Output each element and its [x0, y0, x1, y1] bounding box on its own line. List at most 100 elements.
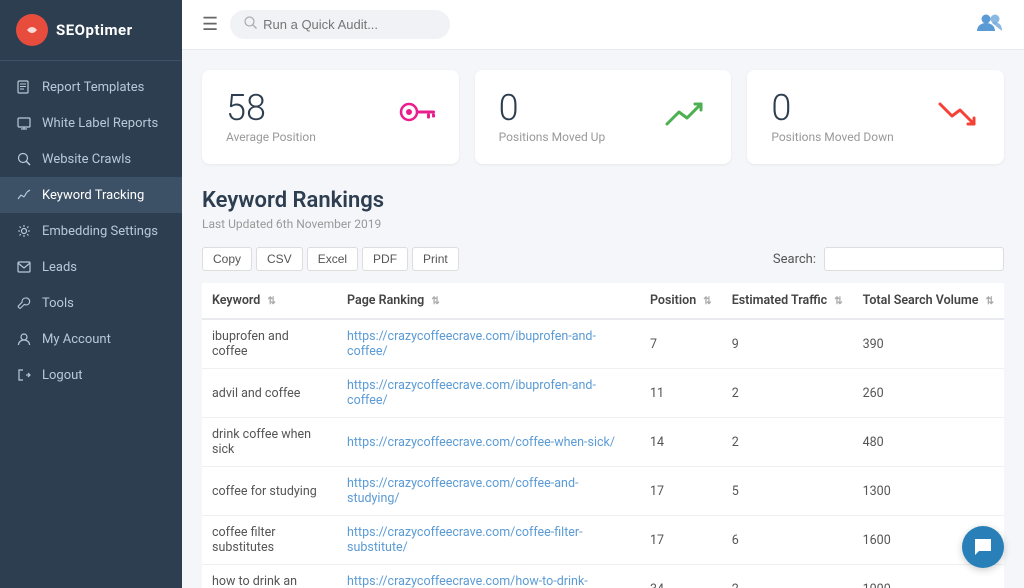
cell-position: 11 [640, 369, 722, 418]
keyword-rankings-section: Keyword Rankings Last Updated 6th Novemb… [202, 188, 1004, 588]
table-row: how to drink an espresso https://crazyco… [202, 565, 1004, 588]
sidebar-item-leads-label: Leads [42, 260, 77, 275]
cell-total-search-volume: 480 [853, 418, 1004, 467]
leads-icon [16, 259, 32, 275]
table-header: Keyword ⇅ Page Ranking ⇅ Position ⇅ Es [202, 283, 1004, 319]
cell-page-ranking[interactable]: https://crazycoffeecrave.com/ibuprofen-a… [337, 369, 640, 418]
header: ☰ [182, 0, 1024, 50]
search-label: Search: [773, 252, 816, 267]
logout-icon [16, 367, 32, 383]
sort-position-icon: ⇅ [703, 296, 711, 307]
cell-estimated-traffic: 6 [722, 516, 853, 565]
stat-card-left-avg: 58 Average Position [226, 90, 316, 144]
cell-total-search-volume: 1300 [853, 467, 1004, 516]
avg-position-value: 58 [226, 90, 316, 126]
sidebar-item-tools[interactable]: Tools [0, 285, 182, 321]
cell-total-search-volume: 1000 [853, 565, 1004, 588]
logo-text: SEOptimer [56, 21, 133, 39]
sidebar-item-white-label-reports[interactable]: White Label Reports [0, 105, 182, 141]
search-input[interactable] [263, 17, 423, 32]
cell-estimated-traffic: 2 [722, 418, 853, 467]
avg-position-label: Average Position [226, 130, 316, 144]
col-header-estimated-traffic[interactable]: Estimated Traffic ⇅ [722, 283, 853, 319]
sidebar: SEOptimer Report Templates White Label R… [0, 0, 182, 588]
table-buttons: Copy CSV Excel PDF Print [202, 247, 459, 271]
cell-position: 17 [640, 516, 722, 565]
my-account-icon [16, 331, 32, 347]
search-bar[interactable] [230, 10, 450, 39]
col-header-position[interactable]: Position ⇅ [640, 283, 722, 319]
sidebar-item-report-templates-label: Report Templates [42, 80, 144, 95]
cell-keyword: how to drink an espresso [202, 565, 337, 588]
sidebar-item-logout[interactable]: Logout [0, 357, 182, 393]
sidebar-item-leads[interactable]: Leads [0, 249, 182, 285]
table-row: ibuprofen and coffee https://crazycoffee… [202, 319, 1004, 369]
cell-page-ranking[interactable]: https://crazycoffeecrave.com/coffee-when… [337, 418, 640, 467]
keyword-rankings-title: Keyword Rankings [202, 188, 1004, 213]
table-row: advil and coffee https://crazycoffeecrav… [202, 369, 1004, 418]
cell-total-search-volume: 390 [853, 319, 1004, 369]
excel-button[interactable]: Excel [307, 247, 358, 271]
sidebar-logo: SEOptimer [0, 0, 182, 61]
embedding-settings-icon [16, 223, 32, 239]
users-icon[interactable] [976, 12, 1004, 37]
stat-card-left-down: 0 Positions Moved Down [771, 90, 893, 144]
table-search-input[interactable] [824, 247, 1004, 271]
tools-icon [16, 295, 32, 311]
cell-estimated-traffic: 9 [722, 319, 853, 369]
sidebar-navigation: Report Templates White Label Reports Web… [0, 61, 182, 588]
chat-bubble[interactable] [962, 526, 1004, 568]
stat-card-avg-position: 58 Average Position [202, 70, 459, 164]
cell-estimated-traffic: 5 [722, 467, 853, 516]
cell-keyword: coffee filter substitutes [202, 516, 337, 565]
keyword-tracking-icon [16, 187, 32, 203]
white-label-reports-icon [16, 115, 32, 131]
keyword-rankings-table: Keyword ⇅ Page Ranking ⇅ Position ⇅ Es [202, 283, 1004, 588]
table-row: coffee for studying https://crazycoffeec… [202, 467, 1004, 516]
cell-total-search-volume: 260 [853, 369, 1004, 418]
cell-position: 17 [640, 467, 722, 516]
arrow-up-trend-icon [665, 100, 707, 135]
sidebar-item-embedding-settings[interactable]: Embedding Settings [0, 213, 182, 249]
print-button[interactable]: Print [412, 247, 459, 271]
website-crawls-icon [16, 151, 32, 167]
logo-icon [16, 14, 48, 46]
col-header-total-search-volume[interactable]: Total Search Volume ⇅ [853, 283, 1004, 319]
sidebar-item-keyword-tracking[interactable]: Keyword Tracking [0, 177, 182, 213]
cell-page-ranking[interactable]: https://crazycoffeecrave.com/coffee-filt… [337, 516, 640, 565]
cell-position: 7 [640, 319, 722, 369]
sidebar-item-keyword-tracking-label: Keyword Tracking [42, 188, 144, 203]
last-updated: Last Updated 6th November 2019 [202, 217, 1004, 231]
cell-keyword: advil and coffee [202, 369, 337, 418]
sidebar-item-report-templates[interactable]: Report Templates [0, 69, 182, 105]
table-body: ibuprofen and coffee https://crazycoffee… [202, 319, 1004, 588]
col-header-keyword[interactable]: Keyword ⇅ [202, 283, 337, 319]
col-header-page-ranking[interactable]: Page Ranking ⇅ [337, 283, 640, 319]
table-search-area: Search: [773, 247, 1004, 271]
positions-up-label: Positions Moved Up [499, 130, 606, 144]
stats-row: 58 Average Position 0 Posi [202, 70, 1004, 164]
stat-card-left-up: 0 Positions Moved Up [499, 90, 606, 144]
copy-button[interactable]: Copy [202, 247, 252, 271]
positions-down-label: Positions Moved Down [771, 130, 893, 144]
main-content: ☰ 58 Averag [182, 0, 1024, 588]
positions-up-value: 0 [499, 90, 606, 126]
positions-down-value: 0 [771, 90, 893, 126]
sidebar-item-my-account[interactable]: My Account [0, 321, 182, 357]
sidebar-item-tools-label: Tools [42, 296, 74, 311]
menu-button[interactable]: ☰ [202, 14, 218, 35]
cell-page-ranking[interactable]: https://crazycoffeecrave.com/coffee-and-… [337, 467, 640, 516]
sidebar-item-embedding-settings-label: Embedding Settings [42, 224, 158, 239]
sidebar-item-website-crawls[interactable]: Website Crawls [0, 141, 182, 177]
csv-button[interactable]: CSV [256, 247, 303, 271]
stat-card-positions-up: 0 Positions Moved Up [475, 70, 732, 164]
table-row: coffee filter substitutes https://crazyc… [202, 516, 1004, 565]
sidebar-item-logout-label: Logout [42, 368, 83, 383]
pdf-button[interactable]: PDF [362, 247, 408, 271]
cell-keyword: ibuprofen and coffee [202, 319, 337, 369]
sort-page-ranking-icon: ⇅ [431, 296, 439, 307]
cell-estimated-traffic: 2 [722, 565, 853, 588]
sort-keyword-icon: ⇅ [267, 296, 275, 307]
cell-page-ranking[interactable]: https://crazycoffeecrave.com/how-to-drin… [337, 565, 640, 588]
cell-page-ranking[interactable]: https://crazycoffeecrave.com/ibuprofen-a… [337, 319, 640, 369]
